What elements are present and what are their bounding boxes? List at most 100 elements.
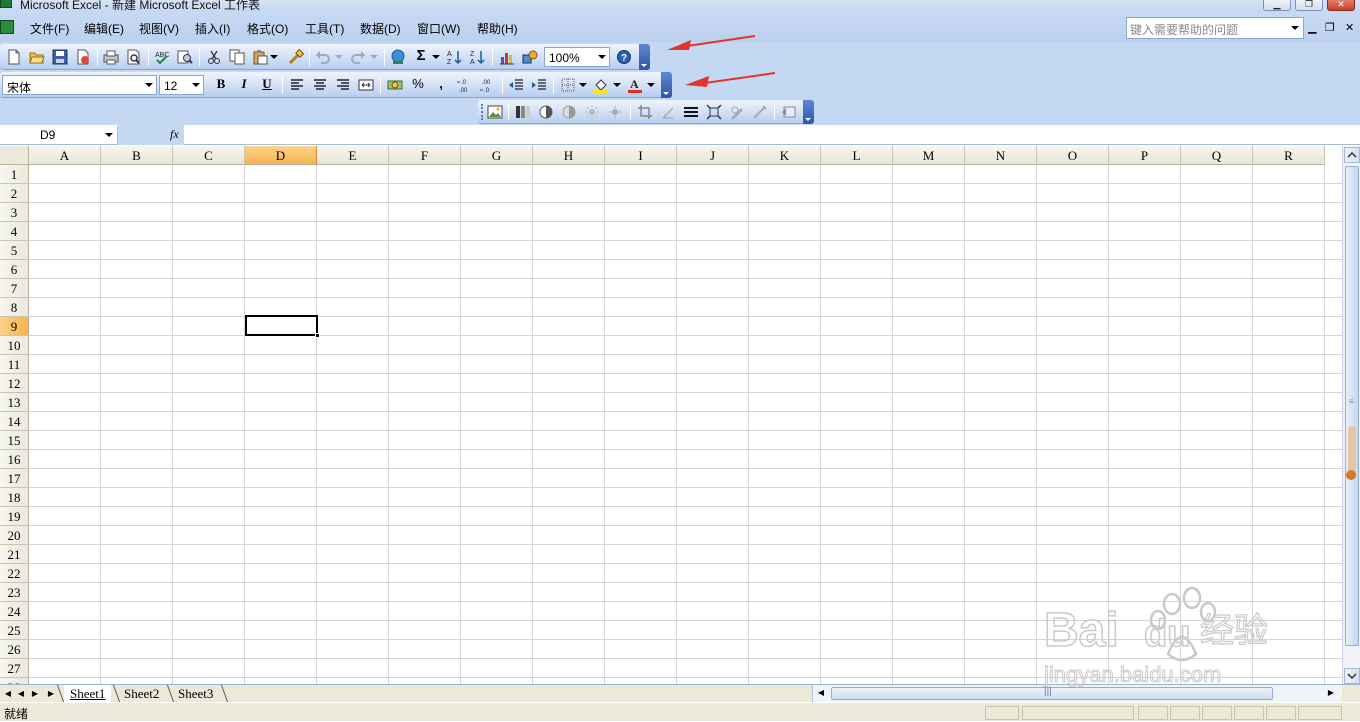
doc-minimize-button[interactable]: ▁ [1308, 21, 1316, 34]
menu-window[interactable]: 窗口(W) [417, 20, 460, 37]
format-painter-icon[interactable] [287, 48, 305, 66]
row-header-16[interactable]: 16 [0, 450, 29, 469]
menu-tools[interactable]: 工具(T) [305, 20, 344, 37]
align-right-icon[interactable] [334, 76, 352, 94]
row-header-9[interactable]: 9 [0, 317, 29, 336]
column-header-o[interactable]: O [1037, 146, 1109, 165]
autosum-icon[interactable]: Σ [412, 48, 430, 66]
font-color-icon[interactable]: A [626, 76, 644, 94]
toolbar-grip[interactable] [481, 104, 484, 120]
rotate-left-icon[interactable] [659, 103, 677, 121]
standard-toolbar-options-icon[interactable] [639, 44, 650, 70]
merge-center-icon[interactable] [357, 76, 375, 94]
row-header-10[interactable]: 10 [0, 336, 29, 355]
set-transparent-color-icon[interactable] [751, 103, 769, 121]
font-size-combo[interactable]: 12 [159, 75, 204, 95]
fill-color-dropdown-icon[interactable] [612, 76, 622, 94]
undo-dropdown-icon[interactable] [334, 48, 344, 66]
row-header-22[interactable]: 22 [0, 564, 29, 583]
menu-view[interactable]: 视图(V) [139, 20, 179, 37]
borders-dropdown-icon[interactable] [578, 76, 588, 94]
column-header-k[interactable]: K [749, 146, 821, 165]
cut-icon[interactable] [205, 48, 223, 66]
row-header-18[interactable]: 18 [0, 488, 29, 507]
menu-file[interactable]: 文件(F) [30, 20, 69, 37]
active-cell-d9[interactable] [245, 315, 320, 338]
help-dropdown-icon[interactable] [1289, 20, 1301, 36]
column-header-r[interactable]: R [1253, 146, 1325, 165]
vertical-scrollbar[interactable]: ≡ [1342, 146, 1360, 686]
row-header-11[interactable]: 11 [0, 355, 29, 374]
increase-indent-icon[interactable] [530, 76, 548, 94]
print-icon[interactable] [102, 48, 120, 66]
increase-decimal-icon[interactable]: .0.00 [455, 76, 473, 94]
cell-area[interactable] [29, 165, 1342, 684]
currency-icon[interactable] [386, 76, 404, 94]
row-header-2[interactable]: 2 [0, 184, 29, 203]
first-sheet-icon[interactable]: ◀ [2, 687, 14, 701]
align-center-icon[interactable] [311, 76, 329, 94]
excel-app-icon[interactable] [0, 0, 12, 8]
compress-pictures-icon[interactable] [705, 103, 723, 121]
undo-icon[interactable] [314, 48, 332, 66]
decrease-decimal-icon[interactable]: .00.0 [478, 76, 496, 94]
select-all-corner[interactable] [0, 146, 29, 165]
formatting-toolbar-options-icon[interactable] [661, 72, 672, 98]
row-header-5[interactable]: 5 [0, 241, 29, 260]
more-contrast-icon[interactable] [537, 103, 555, 121]
hyperlink-icon[interactable] [389, 48, 407, 66]
help-icon[interactable]: ? [615, 48, 633, 66]
column-header-b[interactable]: B [101, 146, 173, 165]
column-header-h[interactable]: H [533, 146, 605, 165]
column-header-q[interactable]: Q [1181, 146, 1253, 165]
column-header-j[interactable]: J [677, 146, 749, 165]
scroll-left-icon[interactable]: ◀ [815, 686, 827, 700]
row-header-24[interactable]: 24 [0, 602, 29, 621]
row-header-6[interactable]: 6 [0, 260, 29, 279]
drawing-icon[interactable] [521, 48, 539, 66]
zoom-dropdown-icon[interactable] [596, 49, 608, 65]
sort-ascending-icon[interactable]: AZ [445, 48, 463, 66]
formula-input[interactable] [184, 126, 1360, 144]
font-color-dropdown-icon[interactable] [646, 76, 656, 94]
font-size-dropdown-icon[interactable] [190, 77, 202, 93]
align-left-icon[interactable] [288, 76, 306, 94]
sort-descending-icon[interactable]: ZA [468, 48, 486, 66]
row-header-15[interactable]: 15 [0, 431, 29, 450]
row-header-12[interactable]: 12 [0, 374, 29, 393]
paste-icon[interactable] [251, 48, 269, 66]
doc-close-button[interactable]: ✕ [1345, 21, 1354, 34]
sheet-tab-sheet3[interactable]: Sheet3 [172, 685, 219, 702]
horizontal-scroll-thumb[interactable]: ||| [831, 686, 1273, 700]
decrease-indent-icon[interactable] [507, 76, 525, 94]
row-header-27[interactable]: 27 [0, 659, 29, 678]
picture-toolbar-options-icon[interactable] [803, 100, 814, 124]
close-button[interactable]: ✕ [1327, 0, 1355, 11]
row-header-25[interactable]: 25 [0, 621, 29, 640]
chart-wizard-icon[interactable] [498, 48, 516, 66]
color-icon[interactable] [514, 103, 532, 121]
borders-icon[interactable] [559, 76, 577, 94]
menu-edit[interactable]: 编辑(E) [84, 20, 124, 37]
vertical-scroll-thumb[interactable]: ≡ [1345, 166, 1359, 646]
row-header-20[interactable]: 20 [0, 526, 29, 545]
save-icon[interactable] [51, 48, 69, 66]
last-sheet-icon[interactable]: ▶ [45, 687, 57, 701]
row-header-4[interactable]: 4 [0, 222, 29, 241]
row-header-23[interactable]: 23 [0, 583, 29, 602]
redo-dropdown-icon[interactable] [369, 48, 379, 66]
less-brightness-icon[interactable] [606, 103, 624, 121]
row-header-1[interactable]: 1 [0, 165, 29, 184]
row-header-21[interactable]: 21 [0, 545, 29, 564]
copy-icon[interactable] [228, 48, 246, 66]
comma-style-button[interactable]: , [432, 76, 450, 94]
minimize-button[interactable]: ▁ [1263, 0, 1291, 11]
print-preview-icon[interactable] [125, 48, 143, 66]
font-name-dropdown-icon[interactable] [143, 77, 155, 93]
help-question-box[interactable]: 键入需要帮助的问题 [1126, 17, 1304, 39]
fill-color-icon[interactable] [592, 76, 610, 94]
sheet-tab-sheet2[interactable]: Sheet2 [118, 685, 165, 702]
menu-format[interactable]: 格式(O) [247, 20, 288, 37]
row-header-8[interactable]: 8 [0, 298, 29, 317]
next-sheet-icon[interactable]: ▶ [29, 687, 41, 701]
